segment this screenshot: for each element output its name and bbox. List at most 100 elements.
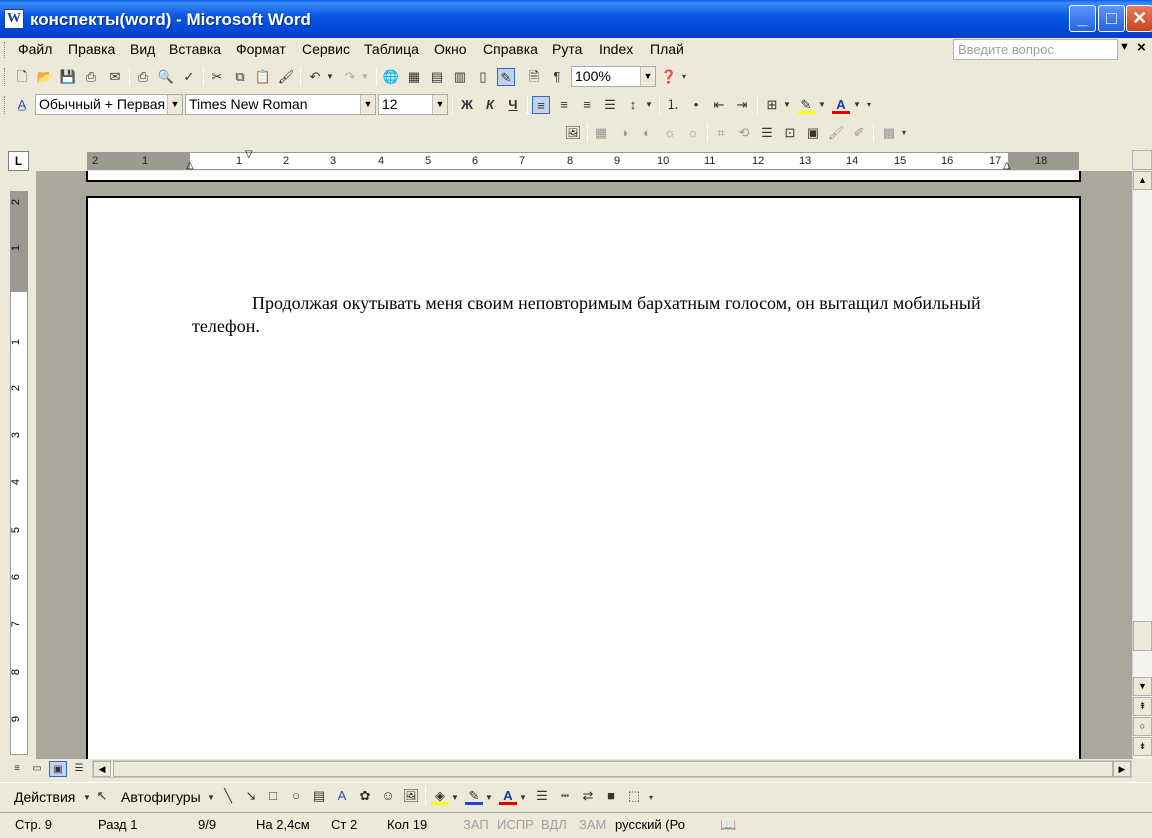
web-view-icon[interactable]: ▭ — [28, 761, 46, 777]
toolbar-options-icon[interactable]: ▾ — [899, 124, 909, 142]
insert-picture-icon[interactable]: 🖼 — [402, 787, 420, 805]
wordart-icon[interactable]: A — [333, 787, 351, 805]
previous-page-icon[interactable]: ⇞ — [1133, 697, 1152, 716]
spelling-icon[interactable]: ✓ — [180, 68, 198, 86]
document-close-icon[interactable]: × — [1137, 39, 1146, 56]
insert-excel-icon[interactable]: ▥ — [451, 68, 469, 86]
horizontal-scroll-thumb[interactable] — [113, 761, 1113, 777]
paste-icon[interactable]: 📋 — [254, 68, 272, 86]
autoshapes-dropdown-icon[interactable]: ▼ — [202, 789, 220, 807]
maximize-button[interactable]: □ — [1098, 5, 1125, 32]
diagram-icon[interactable]: ✿ — [356, 787, 374, 805]
line-color-dropdown-icon[interactable]: ▼ — [484, 789, 494, 807]
status-line[interactable]: Ст 2 — [331, 817, 357, 832]
scroll-down-icon[interactable]: ▼ — [1133, 677, 1152, 696]
print-layout-icon[interactable]: ▣ — [49, 761, 67, 777]
vertical-ruler[interactable]: 2 1 1 2 3 4 5 6 7 8 9 — [10, 191, 28, 755]
horizontal-ruler[interactable]: 2 1 1 2 3 4 5 6 7 8 9 10 11 12 13 14 15 … — [87, 149, 1079, 171]
draw-font-color-icon[interactable]: A — [499, 787, 517, 805]
menu-plai[interactable]: Плай — [650, 41, 684, 57]
less-contrast-icon[interactable]: ◐ — [638, 124, 656, 142]
status-page[interactable]: Стр. 9 — [15, 817, 52, 832]
menu-insert[interactable]: Вставка — [169, 41, 221, 57]
format-picture-icon[interactable]: 🖌 — [827, 124, 845, 142]
less-brightness-icon[interactable]: ☼ — [684, 124, 702, 142]
help-icon[interactable]: ❓ — [660, 68, 678, 86]
rotate-icon[interactable]: ⟲ — [735, 124, 753, 142]
new-document-icon[interactable]: 🗋 — [13, 68, 31, 86]
style-select[interactable]: Обычный + Первая ▼ — [35, 94, 183, 115]
align-center-icon[interactable]: ≡ — [555, 96, 573, 114]
shadow-style-icon[interactable]: ■ — [602, 787, 620, 805]
next-page-icon[interactable]: ⇟ — [1133, 737, 1152, 756]
menu-table[interactable]: Таблица — [364, 41, 419, 57]
justify-icon[interactable]: ☰ — [601, 96, 619, 114]
underline-button[interactable]: Ч — [504, 96, 522, 114]
drawing-icon[interactable]: ✎ — [497, 68, 515, 86]
undo-dropdown-icon[interactable]: ▼ — [325, 68, 335, 86]
font-size-select[interactable]: 12 ▼ — [378, 94, 448, 115]
tab-selector[interactable]: L — [8, 151, 29, 171]
more-contrast-icon[interactable]: ◑ — [615, 124, 633, 142]
borders-dropdown-icon[interactable]: ▼ — [782, 96, 792, 114]
status-extend[interactable]: ВДЛ — [541, 817, 567, 832]
open-icon[interactable]: 📂 — [36, 68, 54, 86]
scroll-left-icon[interactable]: ◀ — [93, 761, 111, 777]
compress-icon[interactable]: ⊡ — [781, 124, 799, 142]
highlight-dropdown-icon[interactable]: ▼ — [817, 96, 827, 114]
select-objects-icon[interactable]: ↖ — [93, 787, 111, 805]
zoom-dropdown-icon[interactable]: ▼ — [640, 67, 655, 86]
cut-icon[interactable]: ✂ — [208, 68, 226, 86]
font-select[interactable]: Times New Roman ▼ — [185, 94, 376, 115]
line-tool-icon[interactable]: ╲ — [219, 787, 237, 805]
toolbar-options-icon[interactable]: ▾ — [679, 68, 689, 86]
rectangle-tool-icon[interactable]: □ — [264, 787, 282, 805]
columns-icon[interactable]: ▯ — [474, 68, 492, 86]
draw-font-color-dropdown-icon[interactable]: ▼ — [518, 789, 528, 807]
status-position[interactable]: На 2,4см — [256, 817, 310, 832]
font-color-icon[interactable]: A — [832, 96, 850, 114]
word-app-icon[interactable]: W — [4, 9, 24, 29]
bold-button[interactable]: Ж — [458, 96, 476, 114]
format-painter-icon[interactable]: 🖌 — [277, 68, 295, 86]
status-language[interactable]: русский (Ро — [615, 817, 685, 832]
textbox-tool-icon[interactable]: ▤ — [310, 787, 328, 805]
highlight-icon[interactable]: ✎ — [797, 96, 815, 114]
horizontal-scrollbar[interactable]: ◀ ▶ — [92, 760, 1132, 778]
vertical-scrollbar[interactable]: ▲ ▼ ⇞ ○ ⇟ — [1132, 171, 1152, 759]
normal-view-icon[interactable]: ≡ — [8, 761, 26, 777]
copy-icon[interactable]: ⧉ — [231, 68, 249, 86]
insert-picture-icon[interactable]: 🖼 — [564, 124, 582, 142]
menu-file[interactable]: Файл — [18, 41, 52, 57]
zoom-select[interactable]: 100% ▼ — [571, 66, 656, 87]
oval-tool-icon[interactable]: ○ — [287, 787, 305, 805]
set-transparent-icon[interactable]: ✐ — [850, 124, 868, 142]
decrease-indent-icon[interactable]: ⇤ — [710, 96, 728, 114]
scroll-up-icon[interactable]: ▲ — [1133, 171, 1152, 190]
toolbar-options-icon[interactable]: ▾ — [864, 96, 874, 114]
style-dropdown-icon[interactable]: ▼ — [167, 95, 182, 114]
outline-view-icon[interactable]: ☰ — [70, 761, 88, 777]
toolbar-options-icon[interactable]: ▾ — [646, 789, 656, 807]
hyperlink-icon[interactable]: 🌐 — [382, 68, 400, 86]
split-box[interactable] — [1132, 150, 1152, 170]
menu-view[interactable]: Вид — [130, 41, 155, 57]
line-spacing-icon[interactable]: ↕ — [624, 96, 642, 114]
dash-style-icon[interactable]: ┅ — [556, 787, 574, 805]
left-indent-icon[interactable]: △ — [186, 160, 194, 171]
document-paragraph[interactable]: Продолжая окутывать меня своим неповтори… — [192, 292, 992, 338]
menu-tools[interactable]: Сервис — [302, 41, 350, 57]
menu-ruta[interactable]: Рута — [552, 41, 582, 57]
menu-help[interactable]: Справка — [483, 41, 538, 57]
menu-edit[interactable]: Правка — [68, 41, 115, 57]
tables-borders-icon[interactable]: ▦ — [405, 68, 423, 86]
line-spacing-dropdown-icon[interactable]: ▼ — [644, 96, 654, 114]
ask-dropdown-arrow-icon[interactable]: ▼ — [1119, 41, 1130, 53]
draw-actions-menu[interactable]: Действия — [14, 789, 75, 805]
color-icon[interactable]: ▦ — [592, 124, 610, 142]
text-wrapping-icon[interactable]: ▣ — [804, 124, 822, 142]
spelling-status-icon[interactable]: 📖 — [720, 817, 736, 833]
close-button[interactable]: ✕ — [1126, 5, 1152, 32]
bullets-icon[interactable]: • — [687, 96, 705, 114]
arrow-tool-icon[interactable]: ↘ — [242, 787, 260, 805]
